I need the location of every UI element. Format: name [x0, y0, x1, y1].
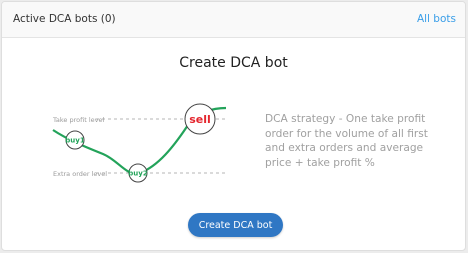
create-dca-bot-button[interactable]: Create DCA bot: [188, 213, 283, 237]
sell-label: sell: [189, 113, 211, 126]
all-bots-link[interactable]: All bots: [417, 13, 456, 25]
take-profit-level-label: Take profit level: [52, 116, 104, 124]
active-dca-bots-card: Active DCA bots (0) All bots Create DCA …: [1, 1, 466, 251]
card-header: Active DCA bots (0) All bots: [2, 2, 465, 38]
buy2-label: buy2: [128, 170, 148, 178]
dca-strategy-description: DCA strategy - One take profit order for…: [265, 113, 428, 169]
dca-strategy-illustration: Take profit level Extra order level buy1…: [52, 103, 227, 183]
create-dca-bot-title: Create DCA bot: [179, 55, 288, 71]
extra-order-level-label: Extra order level: [53, 170, 107, 178]
buy1-label: buy1: [65, 137, 85, 145]
card-title: Active DCA bots (0): [13, 13, 116, 25]
